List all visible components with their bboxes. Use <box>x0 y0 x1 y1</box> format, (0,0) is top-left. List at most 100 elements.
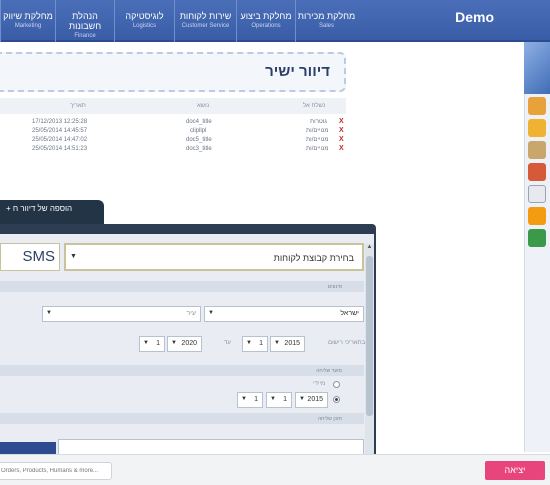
row-subject: doc3_title <box>186 146 212 152</box>
nav-tab-finance[interactable]: הנהלת חשבונות Finance <box>55 0 114 42</box>
column-header-date[interactable]: תאריך <box>70 103 86 109</box>
send-month-select[interactable]: 1 ▼ <box>266 392 292 408</box>
row-subject: doc4_title <box>186 119 212 125</box>
nav-tab-logistics[interactable]: לוגיסטיקה Logistics <box>114 0 174 42</box>
row-date: 17/12/2013 12:25:28 <box>32 119 88 125</box>
send-now-label: מיידי <box>313 381 326 387</box>
date-to-month-value: 1 <box>156 340 160 347</box>
dialog-body: SMS בחירת קבוצת לקוחות ▼ סינונים ישראל ▼… <box>0 234 374 454</box>
star-icon[interactable] <box>528 207 546 225</box>
table-row[interactable]: X מנויים/ות clipllpl 25/05/2014 14:45:57 <box>0 127 346 136</box>
nav-tab-sub: Logistics <box>132 23 157 29</box>
delete-icon[interactable]: X <box>339 145 344 152</box>
row-to: מנויים/ות <box>306 137 329 143</box>
feature-banner-icon[interactable] <box>524 42 550 94</box>
date-to-year-select[interactable]: 2020 ▼ <box>167 336 202 352</box>
nav-tab-operations[interactable]: מחלקת ביצוע Operations <box>236 0 295 42</box>
row-subject: doc5_title <box>186 137 212 143</box>
global-search-input[interactable] <box>0 462 112 480</box>
send-year-select[interactable]: 2015 ▼ <box>295 392 328 408</box>
country-select[interactable]: ישראל ▼ <box>204 306 364 322</box>
table-row[interactable]: X גוטרות doc4_title 17/12/2013 12:25:28 <box>0 118 346 127</box>
chevron-down-icon: ▼ <box>208 310 214 316</box>
nav-tab-sub: Customer Service <box>181 23 230 29</box>
nav-tab-label: מחלקת שיווק <box>3 11 53 21</box>
nav-tab-sub: Marketing <box>14 23 42 29</box>
chevron-down-icon: ▼ <box>46 310 52 316</box>
row-date: 25/05/2014 14:51:23 <box>32 146 88 152</box>
date-to-month-select[interactable]: 1 ▼ <box>139 336 165 352</box>
city-select-placeholder: עיר <box>186 310 196 317</box>
section-filters: סינונים <box>0 281 364 292</box>
chevron-down-icon: ▼ <box>270 396 276 402</box>
tools-icon[interactable] <box>528 141 546 159</box>
page-title-panel: דיוור ישיר <box>0 52 346 92</box>
stats-icon[interactable] <box>528 163 546 181</box>
chevron-down-icon: ▼ <box>274 340 280 346</box>
table-row[interactable]: X מנויים/ות doc3_title 25/05/2014 14:51:… <box>0 145 346 154</box>
row-subject: clipllpl <box>190 128 207 134</box>
send-month-value: 1 <box>283 396 287 403</box>
scroll-up-icon[interactable]: ▲ <box>365 244 374 254</box>
send-day-select[interactable]: 1 ▼ <box>237 392 263 408</box>
nav-tab-label: שירות לקוחות <box>179 11 232 21</box>
nav-tab-marketing[interactable]: מחלקת שיווק Marketing <box>0 0 55 42</box>
table-header: נשלח אל נושא תאריך <box>0 98 346 114</box>
row-date: 25/05/2014 14:47:02 <box>32 137 88 143</box>
scroll-thumb[interactable] <box>366 256 373 416</box>
send-day-value: 1 <box>254 396 258 403</box>
customer-group-select[interactable]: בחירת קבוצת לקוחות ▼ <box>64 243 364 271</box>
nav-tab-customer-service[interactable]: שירות לקוחות Customer Service <box>174 0 236 42</box>
brand-logo[interactable]: Demo <box>455 9 494 25</box>
date-from-year-value: 2015 <box>284 340 300 347</box>
customer-group-select-value: בחירת קבוצת לקוחות <box>273 253 354 263</box>
section-send-time: מועד שליחה <box>0 365 364 376</box>
bottom-bar: יציאה <box>0 454 550 485</box>
delete-icon[interactable]: X <box>339 136 344 143</box>
radio-send-scheduled[interactable] <box>333 396 340 403</box>
message-content-field[interactable] <box>58 439 364 454</box>
date-from-month-select[interactable]: 1 ▼ <box>242 336 268 352</box>
column-header-subject[interactable]: נושא <box>197 103 209 109</box>
city-select[interactable]: עיר ▼ <box>42 306 201 322</box>
exit-button[interactable]: יציאה <box>485 461 545 480</box>
sms-channel-label[interactable]: SMS <box>0 243 60 271</box>
row-to: מנויים/ות <box>306 146 329 152</box>
date-to-label: עד <box>224 340 231 346</box>
date-from-month-value: 1 <box>259 340 263 347</box>
row-date: 25/05/2014 14:45:57 <box>32 128 88 134</box>
registration-date-label: בתאריכי רישום <box>328 340 366 346</box>
nav-tab-sub: Operations <box>251 23 281 29</box>
page-title: דיוור ישיר <box>265 63 330 80</box>
chevron-down-icon: ▼ <box>70 253 77 260</box>
document-icon[interactable] <box>528 185 546 203</box>
column-header-to[interactable]: נשלח אל <box>303 103 325 109</box>
add-direct-mail-tab[interactable]: + הוספה של דיוור ח <box>0 200 104 224</box>
date-from-year-select[interactable]: 2015 ▼ <box>270 336 305 352</box>
nav-tab-sub: Finance <box>74 33 96 39</box>
section-content: תוכן שליחה <box>0 413 364 424</box>
nav-tab-sub: Sales <box>318 23 334 29</box>
group-icon[interactable] <box>528 119 546 137</box>
country-select-value: ישראל <box>340 310 359 317</box>
top-navigation-bar: Demo מחלקת מכירות Sales מחלקת ביצוע Oper… <box>0 0 550 42</box>
table-row[interactable]: X מנויים/ות doc5_title 25/05/2014 14:47:… <box>0 136 346 145</box>
refresh-icon[interactable] <box>528 229 546 247</box>
chevron-down-icon: ▼ <box>241 396 247 402</box>
chevron-down-icon: ▼ <box>171 340 177 346</box>
row-to: מנויים/ות <box>306 128 329 134</box>
delete-icon[interactable]: X <box>339 127 344 134</box>
dialog-scrollbar[interactable]: ▲ ▼ <box>365 244 374 454</box>
nav-tab-label: לוגיסטיקה <box>125 11 164 21</box>
date-to-year-value: 2020 <box>181 340 197 347</box>
row-to: גוטרות <box>310 119 327 125</box>
send-year-value: 2015 <box>307 396 323 403</box>
radio-send-now[interactable] <box>333 381 340 388</box>
nav-tab-label: מחלקת ביצוע <box>240 11 292 21</box>
delete-icon[interactable]: X <box>339 118 344 125</box>
nav-tab-sales[interactable]: מחלקת מכירות Sales <box>295 0 357 42</box>
chevron-down-icon: ▼ <box>246 340 252 346</box>
dialog-action-button[interactable] <box>0 442 56 454</box>
nav-tab-label: מחלקת מכירות <box>297 11 356 21</box>
user-icon[interactable] <box>528 97 546 115</box>
